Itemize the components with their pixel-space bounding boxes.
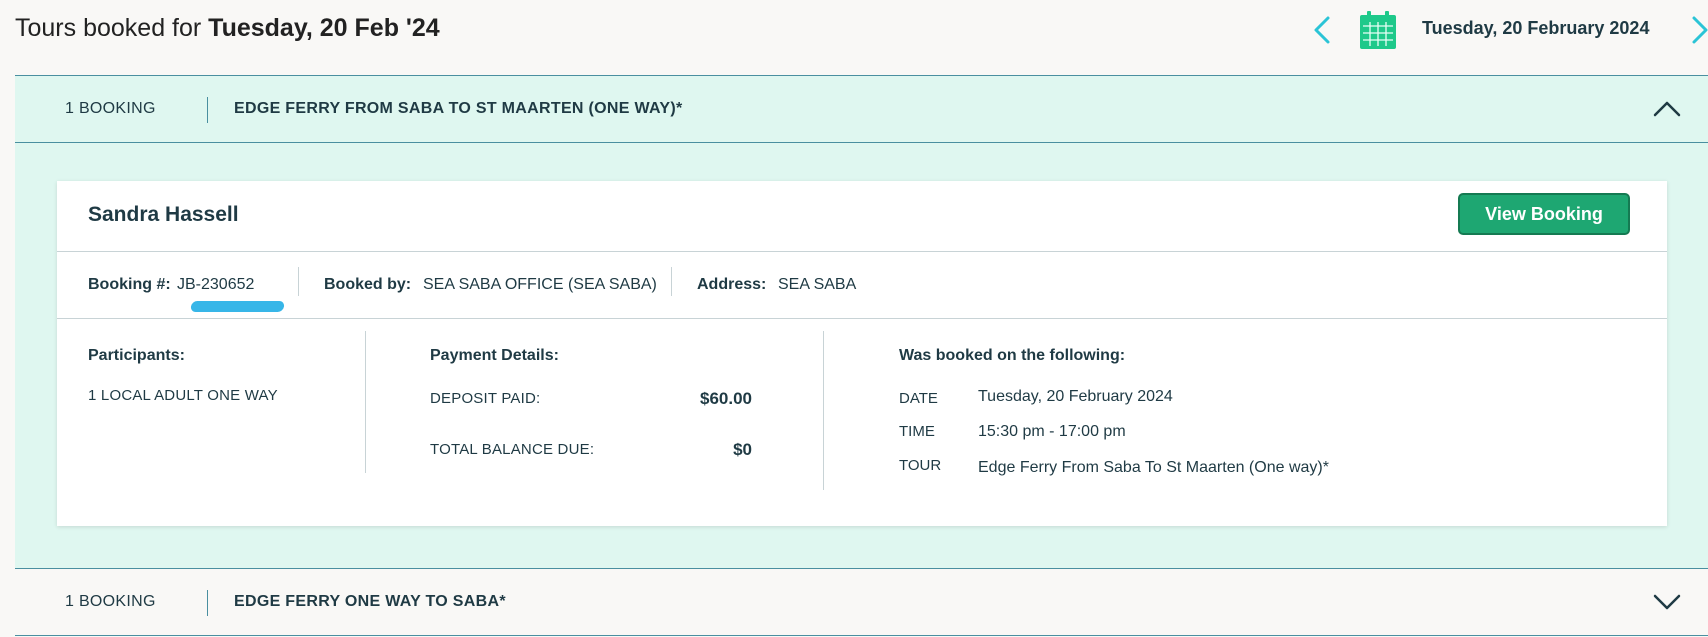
booking-number-value[interactable]: JB-230652 (177, 276, 254, 294)
chevron-right-icon[interactable] (1684, 12, 1708, 48)
booking-number-highlight (190, 301, 285, 312)
booked-by-label: Booked by: (324, 276, 412, 293)
selected-date-label: Tuesday, 20 February 2024 (1422, 18, 1650, 38)
view-booking-button[interactable]: View Booking (1458, 193, 1630, 235)
tour-value: Edge Ferry From Saba To St Maarten (One … (978, 459, 1329, 476)
booking-count-label: 1 BOOKING (65, 593, 156, 610)
booking-number-label: Booking #: (88, 276, 171, 293)
booking-card-body: Participants: 1 LOCAL ADULT ONE WAY Paym… (57, 319, 1667, 526)
info-divider (671, 267, 672, 296)
chevron-left-icon[interactable] (1308, 12, 1338, 48)
booked-by-value: SEA SABA OFFICE (SEA SABA) (423, 276, 657, 293)
total-balance-label: TOTAL BALANCE DUE: (430, 441, 595, 458)
section-divider (365, 331, 366, 473)
tour-key: TOUR (899, 457, 942, 474)
address-value: SEA SABA (778, 276, 857, 293)
customer-name: Sandra Hassell (88, 203, 239, 226)
tour-row-saba-to-st-maarten[interactable]: 1 BOOKING EDGE FERRY FROM SABA TO ST MAA… (15, 75, 1708, 143)
booking-info-bar: Booking #: JB-230652 Booked by: SEA SABA… (57, 252, 1667, 319)
page-header: Tours booked for Tuesday, 20 Feb '24 Tue (0, 0, 1708, 75)
row-divider (207, 97, 208, 123)
info-divider (298, 267, 299, 296)
page-title: Tours booked for Tuesday, 20 Feb '24 (15, 14, 440, 43)
calendar-icon[interactable] (1359, 10, 1397, 50)
booking-card: Sandra Hassell View Booking Booking #: J… (57, 181, 1667, 526)
booking-count-label: 1 BOOKING (65, 100, 156, 117)
date-navigator: Tuesday, 20 February 2024 (1308, 0, 1708, 75)
deposit-paid-value: $60.00 (700, 389, 752, 408)
date-value: Tuesday, 20 February 2024 (978, 388, 1173, 405)
payment-details-title: Payment Details: (430, 347, 559, 364)
page-title-date: Tuesday, 20 Feb '24 (208, 14, 440, 42)
time-key: TIME (899, 423, 935, 440)
booking-card-header: Sandra Hassell View Booking (57, 181, 1667, 252)
section-divider (823, 331, 824, 490)
chevron-down-icon[interactable] (1652, 587, 1682, 617)
time-value: 15:30 pm - 17:00 pm (978, 423, 1126, 440)
participants-value: 1 LOCAL ADULT ONE WAY (88, 387, 278, 404)
page-title-prefix: Tours booked for (15, 14, 209, 42)
deposit-paid-label: DEPOSIT PAID: (430, 390, 541, 407)
address-label: Address: (697, 276, 767, 293)
tour-name: EDGE FERRY ONE WAY TO SABA* (234, 593, 506, 610)
tour-bookings-panel: Sandra Hassell View Booking Booking #: J… (15, 143, 1708, 568)
tour-row-one-way-to-saba[interactable]: 1 BOOKING EDGE FERRY ONE WAY TO SABA* (15, 568, 1708, 636)
chevron-up-icon[interactable] (1652, 94, 1682, 124)
tour-name: EDGE FERRY FROM SABA TO ST MAARTEN (ONE … (234, 100, 683, 117)
booked-on-title: Was booked on the following: (899, 347, 1126, 364)
date-key: DATE (899, 390, 938, 407)
participants-title: Participants: (88, 347, 185, 364)
total-balance-value: $0 (733, 440, 752, 459)
row-divider (207, 590, 208, 616)
